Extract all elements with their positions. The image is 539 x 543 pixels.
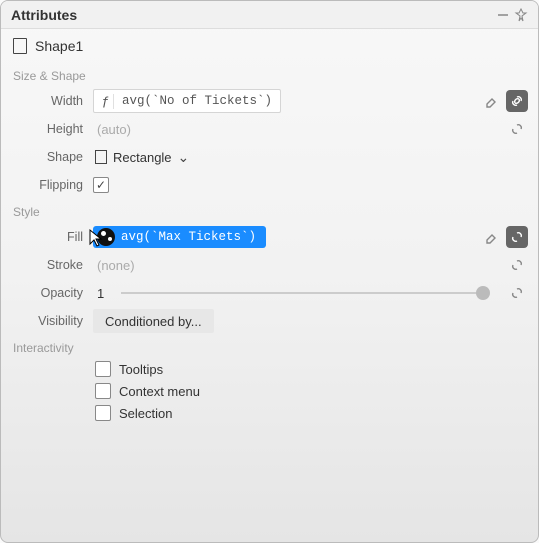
eraser-icon[interactable] <box>480 226 502 248</box>
context-menu-checkbox-row[interactable]: Context menu <box>95 383 200 399</box>
link-icon[interactable] <box>506 226 528 248</box>
conditioned-by-button[interactable]: Conditioned by... <box>93 309 214 333</box>
row-height: Height (auto) <box>1 115 538 143</box>
label-height: Height <box>1 122 93 136</box>
link-icon[interactable] <box>506 282 528 304</box>
label-fill: Fill <box>1 230 93 244</box>
shape-value: Rectangle <box>113 150 172 165</box>
link-icon[interactable] <box>506 254 528 276</box>
row-fill: Fill avg(`Max Tickets`) <box>1 223 538 251</box>
label-visibility: Visibility <box>1 314 93 328</box>
section-interactivity: Interactivity <box>1 335 538 359</box>
flipping-checkbox[interactable]: ✓ <box>93 177 109 193</box>
selection-label: Selection <box>119 406 172 421</box>
value-width[interactable]: ƒ avg(`No of Tickets`) <box>93 89 474 113</box>
object-row[interactable]: Shape1 <box>1 29 538 63</box>
row-opacity: Opacity 1 <box>1 279 538 307</box>
minimize-icon[interactable] <box>494 6 512 24</box>
link-icon[interactable] <box>506 118 528 140</box>
shape-dropdown[interactable]: Rectangle ⌄ <box>93 150 189 165</box>
eraser-icon[interactable] <box>480 90 502 112</box>
row-shape: Shape Rectangle ⌄ <box>1 143 538 171</box>
width-expression-field[interactable]: ƒ avg(`No of Tickets`) <box>93 89 281 113</box>
context-menu-checkbox[interactable] <box>95 383 111 399</box>
row-width: Width ƒ avg(`No of Tickets`) <box>1 87 538 115</box>
chevron-down-icon: ⌄ <box>178 150 190 164</box>
link-icon[interactable] <box>506 90 528 112</box>
context-menu-label: Context menu <box>119 384 200 399</box>
row-visibility: Visibility Conditioned by... <box>1 307 538 335</box>
attributes-panel: Attributes Shape1 Size & Shape Width ƒ a… <box>0 0 539 543</box>
label-stroke: Stroke <box>1 258 93 272</box>
section-size-shape: Size & Shape <box>1 63 538 87</box>
selection-checkbox-row[interactable]: Selection <box>95 405 200 421</box>
row-flipping: Flipping ✓ <box>1 171 538 199</box>
height-value: (auto) <box>93 122 131 137</box>
label-opacity: Opacity <box>1 286 93 300</box>
fill-expression-text: avg(`Max Tickets`) <box>121 230 256 244</box>
panel-header: Attributes <box>1 1 538 29</box>
label-flipping: Flipping <box>1 178 93 192</box>
panel-title: Attributes <box>11 7 494 23</box>
tooltips-checkbox[interactable] <box>95 361 111 377</box>
label-shape: Shape <box>1 150 93 164</box>
selection-checkbox[interactable] <box>95 405 111 421</box>
opacity-value[interactable]: 1 <box>97 286 117 301</box>
pin-icon[interactable] <box>512 6 530 24</box>
slider-thumb[interactable] <box>476 286 490 300</box>
label-width: Width <box>1 94 93 108</box>
fill-expression-pill[interactable]: avg(`Max Tickets`) <box>93 226 266 248</box>
tooltips-label: Tooltips <box>119 362 163 377</box>
tooltips-checkbox-row[interactable]: Tooltips <box>95 361 200 377</box>
row-stroke: Stroke (none) <box>1 251 538 279</box>
value-stroke[interactable]: (none) <box>93 253 500 277</box>
section-style: Style <box>1 199 538 223</box>
stroke-value: (none) <box>93 258 135 273</box>
shape-icon <box>13 38 27 54</box>
palette-icon <box>97 228 115 246</box>
rectangle-icon <box>95 150 107 164</box>
opacity-slider[interactable] <box>121 292 488 294</box>
object-name: Shape1 <box>35 38 83 54</box>
width-expression-text: avg(`No of Tickets`) <box>118 94 276 108</box>
value-height[interactable]: (auto) <box>93 117 500 141</box>
fx-icon: ƒ <box>98 94 114 109</box>
row-interactivity: Tooltips Context menu Selection <box>1 359 538 423</box>
